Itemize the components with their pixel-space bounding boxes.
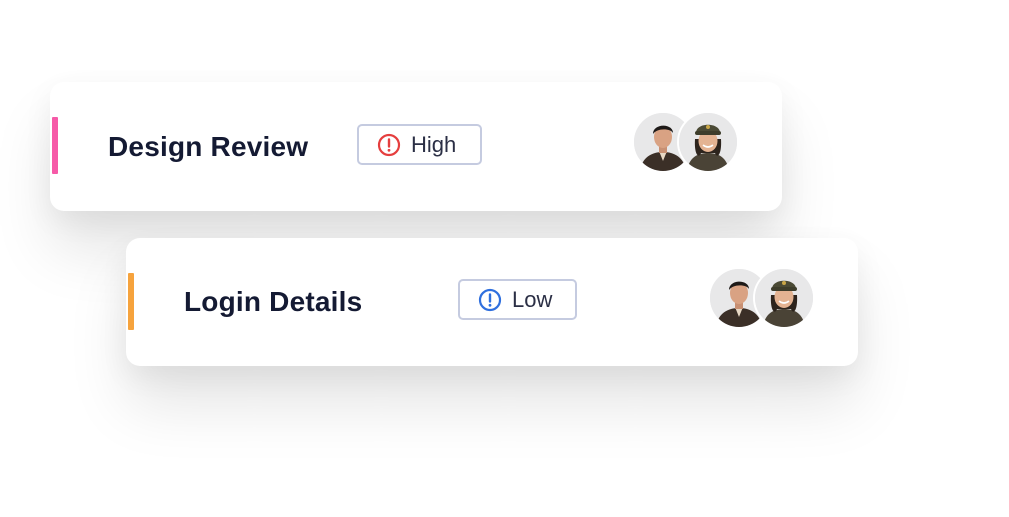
priority-badge[interactable]: Low (458, 279, 577, 320)
priority-badge[interactable]: High (357, 124, 482, 165)
woman-cap-avatar[interactable] (677, 111, 739, 173)
assignee-avatars[interactable] (632, 111, 739, 173)
task-card-login-details[interactable]: Login Details Low (126, 238, 858, 366)
alert-circle-icon (478, 288, 502, 311)
task-title[interactable]: Design Review (108, 82, 308, 211)
task-cards-stage: Design Review High Login Details Low (0, 0, 1009, 517)
priority-label: High (411, 131, 457, 157)
priority-label: Low (512, 286, 553, 312)
woman-cap-avatar[interactable] (753, 267, 815, 329)
task-card-design-review[interactable]: Design Review High (50, 82, 782, 211)
task-title[interactable]: Login Details (184, 238, 362, 366)
assignee-avatars[interactable] (708, 267, 815, 329)
priority-accent-bar (128, 273, 134, 330)
alert-circle-icon (377, 133, 401, 156)
priority-accent-bar (52, 117, 58, 174)
